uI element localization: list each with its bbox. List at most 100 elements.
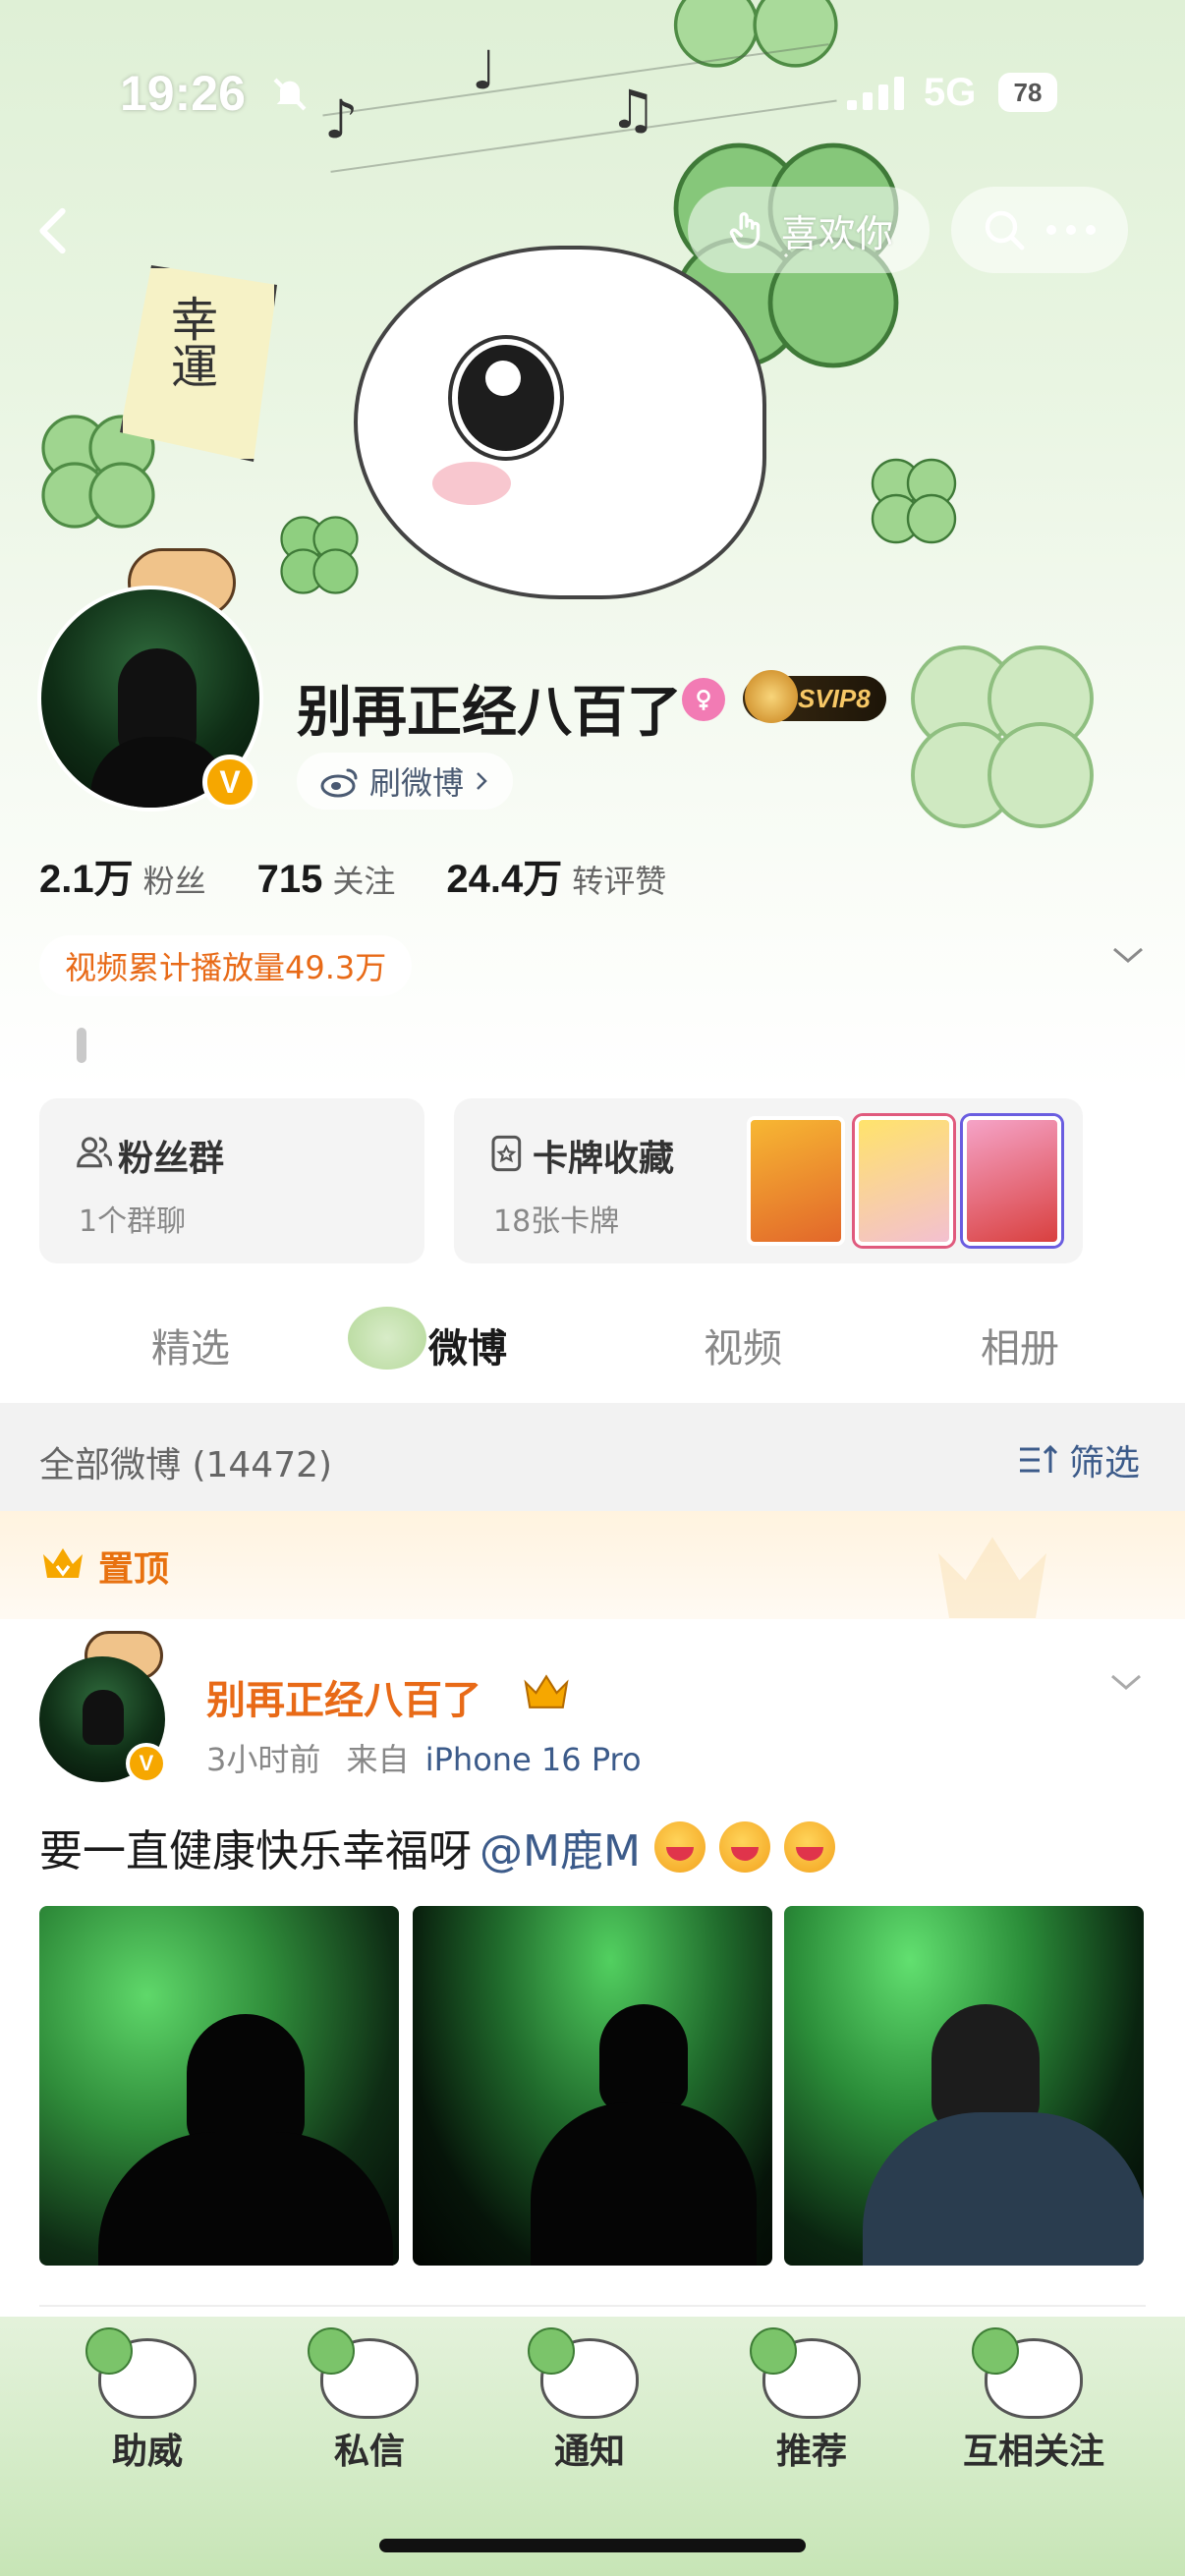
lucky-charm-text: 幸運 [162,295,217,389]
filter-button[interactable]: 筛选 [1018,1434,1140,1485]
photo-silhouette [863,2112,1144,2266]
home-indicator[interactable] [379,2539,806,2552]
card-collection-card[interactable]: 卡牌收藏 18张卡牌 [454,1098,1083,1263]
chevron-down-icon[interactable] [1108,1670,1144,1694]
chevron-right-icon [477,772,487,790]
clover-decoration [911,645,1094,828]
post-device[interactable]: iPhone 16 Pro [425,1741,642,1778]
nav-recommend-label: 推荐 [775,2432,847,2472]
weibo-logo-icon [320,768,358,798]
more-icon[interactable] [1044,220,1099,240]
filter-label: 筛选 [1068,1443,1140,1484]
post-content: 要一直健康快乐幸福呀 @M鹿M [39,1816,835,1878]
post-time: 3小时前 [206,1741,321,1778]
vip-crown-icon [524,1674,569,1708]
kiss-face-emoji-icon [783,1821,835,1873]
fans-group-subtitle: 1个群聊 [79,1204,187,1239]
verified-badge: V [202,755,257,810]
bunny-blush [432,462,511,505]
nav-recommend[interactable]: 推荐 [713,2317,910,2513]
profile-tabs: 精选 微博 视频 相册 [0,1287,1185,1403]
post-photo[interactable] [413,1906,772,2266]
bunny-eye [452,339,560,457]
like-you-button[interactable]: 喜欢你 [688,187,930,273]
bunny-mutual-icon [972,2327,1083,2419]
post-mention-link[interactable]: @M鹿M [480,1816,641,1878]
nav-cheer[interactable]: 助威 [49,2317,246,2513]
nav-mutual-follow[interactable]: 互相关注 [935,2317,1132,2513]
battery-icon: 78 [998,73,1057,112]
tab-weibo[interactable]: 微博 [428,1316,507,1373]
post-meta: 3小时前 来自 iPhone 16 Pro [206,1735,642,1780]
nav-notifications[interactable]: 通知 [491,2317,688,2513]
chevron-down-icon[interactable] [1110,943,1146,967]
hand-tap-icon [729,212,761,249]
header-actions [951,187,1128,273]
avatar-figure [83,1690,124,1745]
nav-mutual-follow-label: 互相关注 [962,2432,1104,2472]
tab-albums[interactable]: 相册 [981,1316,1059,1373]
card-star-icon [491,1135,522,1172]
nav-messages[interactable]: 私信 [271,2317,468,2513]
verified-badge: V [126,1743,167,1784]
bunny-cheer-icon [85,2327,197,2419]
pinned-label: 置顶 [98,1549,170,1590]
female-gender-icon [682,678,725,721]
bunny-notification-icon [528,2327,639,2419]
search-icon[interactable] [981,206,1028,253]
divider [39,2305,1146,2307]
browse-weibo-label: 刷微博 [369,764,465,802]
kiss-face-emoji-icon [653,1821,705,1873]
filter-sort-icon [1019,1444,1058,1473]
svip-badge[interactable]: SVIP8 [743,670,886,723]
nav-notifications-label: 通知 [553,2432,625,2472]
group-users-icon [77,1137,113,1168]
collectible-card-thumbnail [747,1116,845,1246]
crown-icon [43,1548,83,1578]
fans-group-card[interactable]: 粉丝群 1个群聊 [39,1098,424,1263]
collectible-card-thumbnail [963,1116,1061,1246]
post-text: 要一直健康快乐幸福呀 [39,1826,472,1876]
post-photo[interactable] [39,1906,399,2266]
card-collection-subtitle: 18张卡牌 [493,1204,620,1239]
scroll-indicator [77,1028,86,1063]
clover-decoration [871,458,957,544]
kiss-face-emoji-icon [718,1821,770,1873]
post-source-prefix: 来自 [346,1741,410,1778]
tab-featured[interactable]: 精选 [151,1316,230,1373]
nav-cheer-label: 助威 [111,2432,183,2472]
clover-decoration [280,516,359,594]
all-posts-count[interactable]: 全部微博 (14472) [39,1436,332,1487]
browse-weibo-link[interactable]: 刷微博 [297,753,514,810]
crown-watermark-icon [938,1537,1046,1618]
network-type: 5G [924,71,977,114]
bunny-message-icon [308,2327,419,2419]
bunny-illustration [354,246,766,599]
photo-silhouette [187,2014,305,2152]
collectible-card-thumbnail [855,1116,953,1246]
photo-silhouette [531,2102,757,2266]
engagement-count[interactable]: 24.4万 [446,847,562,904]
bottom-nav: 助威 私信 通知 推荐 互相关注 [0,2317,1185,2576]
followers-label[interactable]: 粉丝 [143,857,206,902]
following-count[interactable]: 715 [257,858,323,902]
photo-silhouette [98,2132,393,2266]
back-chevron-icon[interactable] [26,201,85,260]
followers-count[interactable]: 2.1万 [39,847,134,904]
status-time: 19:26 [120,66,246,121]
tab-videos[interactable]: 视频 [704,1316,782,1373]
profile-stats: 2.1万 粉丝 715 关注 24.4万 转评赞 [39,847,717,904]
post-photo[interactable] [784,1906,1144,2266]
fans-group-title: 粉丝群 [118,1139,225,1179]
like-you-label: 喜欢你 [780,211,893,255]
photo-silhouette [599,2004,688,2112]
following-label[interactable]: 关注 [332,857,395,902]
filter-bar: 全部微博 (14472) 筛选 [0,1403,1185,1511]
nav-messages-label: 私信 [333,2432,405,2472]
bunny-recommend-icon [750,2327,861,2419]
status-bar: 19:26 5G 78 [0,0,1185,187]
post-author-name[interactable]: 别再正经八百了 [206,1668,481,1725]
engagement-label[interactable]: 转评赞 [572,857,666,902]
signal-icon [847,77,904,110]
video-plays-badge[interactable]: 视频累计播放量49.3万 [39,935,413,996]
